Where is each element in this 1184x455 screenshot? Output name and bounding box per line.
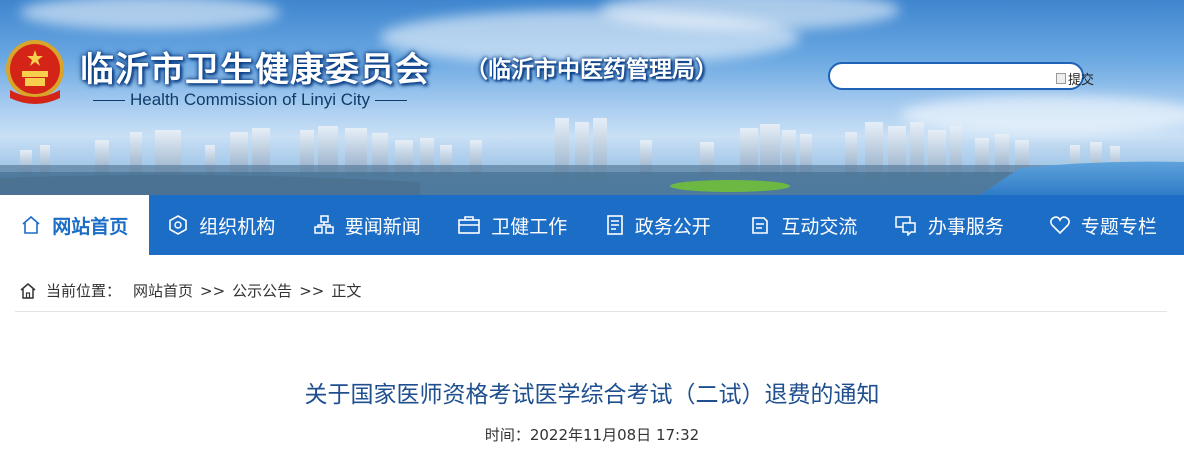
document-icon: [606, 215, 623, 235]
breadcrumb-current: 正文: [331, 282, 362, 300]
home-icon: [22, 215, 40, 234]
site-english-name: Health Commission of Linyi City: [88, 90, 412, 110]
heart-icon: [1049, 216, 1070, 235]
breadcrumb-home-link[interactable]: 网站首页: [133, 280, 193, 301]
home-icon: [20, 282, 36, 299]
site-subtitle: （临沂市中医药管理局）: [465, 57, 718, 83]
title-rule-right: [374, 99, 407, 101]
nav-item-interaction[interactable]: 互动交流: [731, 195, 877, 255]
org-icon: [169, 215, 188, 235]
nav-item-label: 网站首页: [52, 215, 129, 238]
nav-item-news[interactable]: 要闻新闻: [294, 195, 440, 255]
nav-item-org[interactable]: 组织机构: [149, 195, 295, 255]
chat-icon: [752, 217, 769, 234]
search-submit-label: 提交: [1068, 73, 1095, 88]
nav-item-label: 组织机构: [199, 215, 276, 238]
search-input[interactable]: [836, 66, 1050, 88]
briefcase-icon: [458, 216, 481, 234]
article-time-value: 2022年11月08日 17:32: [529, 426, 700, 444]
nav-item-label: 政务公开: [634, 215, 711, 238]
nav-item-health-work[interactable]: 卫健工作: [440, 195, 586, 255]
site-header: 临沂市卫生健康委员会 （临沂市中医药管理局） Health Commission…: [0, 0, 1184, 195]
nav-item-label: 卫健工作: [491, 215, 568, 238]
service-icon: [895, 216, 916, 236]
breadcrumb-separator: >>: [299, 281, 325, 300]
nav-item-label: 专题专栏: [1080, 215, 1157, 238]
broken-image-icon: [1056, 73, 1066, 84]
article-time-label: 时间：: [484, 426, 530, 444]
breadcrumb-separator: >>: [200, 281, 226, 300]
nav-item-home[interactable]: 网站首页: [0, 195, 149, 255]
breadcrumb-prefix: 当前位置：: [46, 282, 122, 300]
article-time: 时间：2022年11月08日 17:32: [0, 424, 1184, 445]
nav-item-label: 办事服务: [927, 215, 1004, 238]
site-title: 临沂市卫生健康委员会: [80, 50, 430, 90]
breadcrumb: 当前位置： 网站首页 >> 公示公告 >> 正文: [18, 280, 361, 301]
national-emblem-icon: [6, 40, 64, 104]
breadcrumb-divider: [15, 311, 1167, 312]
nav-item-gov-affairs[interactable]: 政务公开: [585, 195, 731, 255]
news-icon: [314, 215, 334, 234]
search-submit-button[interactable]: 提交: [1056, 69, 1094, 88]
main-nav: 网站首页 组织机构 要闻新闻 卫健工作 政务公开 互动交流 办事服务 专题专栏: [0, 195, 1184, 255]
nav-item-services[interactable]: 办事服务: [876, 195, 1022, 255]
site-english-label: Health Commission of Linyi City: [130, 90, 370, 109]
article-title: 关于国家医师资格考试医学综合考试（二试）退费的通知: [304, 382, 880, 408]
nav-item-special-topics[interactable]: 专题专栏: [1022, 195, 1184, 255]
nav-item-label: 要闻新闻: [344, 215, 421, 238]
nav-item-label: 互动交流: [781, 215, 858, 238]
breadcrumb-announcements-link[interactable]: 公示公告: [232, 280, 292, 301]
title-rule-left: [93, 99, 125, 101]
